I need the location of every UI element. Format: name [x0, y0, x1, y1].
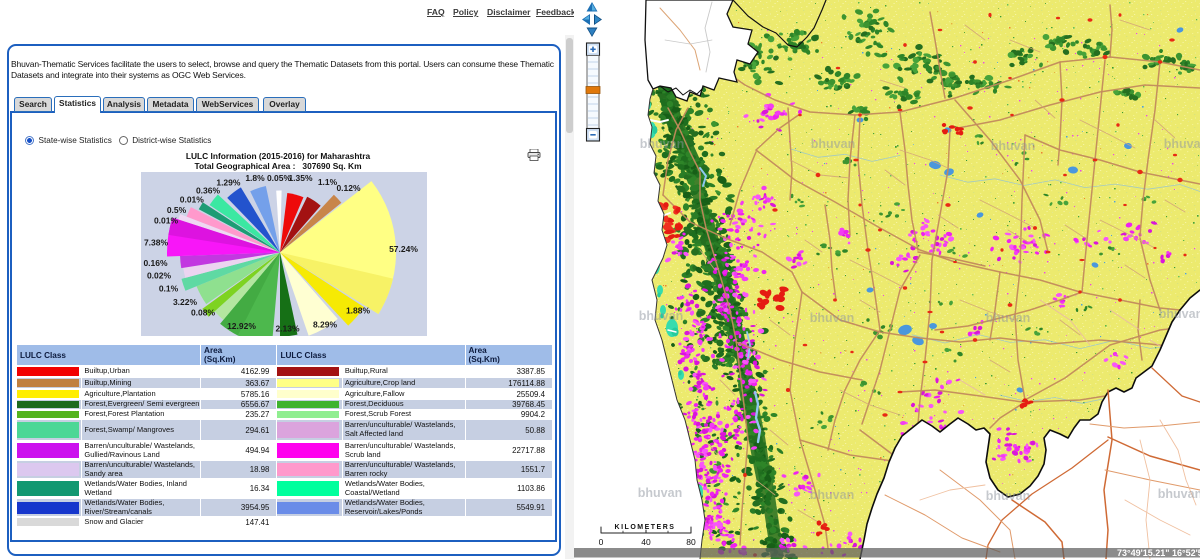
svg-text:73°49'15.21" 16°52'53.97": 73°49'15.21" 16°52'53.97"	[1117, 548, 1200, 558]
svg-text:7.38%: 7.38%	[144, 238, 169, 248]
svg-text:bhuvan: bhuvan	[810, 311, 854, 325]
svg-text:0.12%: 0.12%	[336, 183, 361, 193]
svg-text:bhuvan: bhuvan	[1158, 487, 1200, 501]
svg-text:0.01%: 0.01%	[180, 195, 205, 205]
svg-text:0.16%: 0.16%	[143, 258, 168, 268]
svg-text:0.02%: 0.02%	[147, 271, 172, 281]
svg-text:0.5%: 0.5%	[167, 205, 187, 215]
svg-text:0.01%: 0.01%	[154, 216, 179, 226]
svg-text:bhuvan: bhuvan	[991, 139, 1035, 153]
svg-text:KILOMETERS: KILOMETERS	[615, 524, 676, 531]
svg-text:8.29%: 8.29%	[313, 320, 338, 330]
svg-text:0: 0	[599, 537, 604, 547]
svg-text:bhuvan: bhuvan	[811, 137, 855, 151]
svg-text:40: 40	[641, 537, 651, 547]
svg-text:1.88%: 1.88%	[346, 306, 371, 316]
svg-text:3.22%: 3.22%	[173, 297, 198, 307]
svg-text:12.92%: 12.92%	[227, 321, 256, 331]
svg-text:bhuvan: bhuvan	[1159, 307, 1200, 321]
svg-text:0.08%: 0.08%	[191, 308, 216, 318]
svg-text:bhuvan: bhuvan	[640, 137, 684, 151]
svg-text:bhuvan: bhuvan	[1164, 137, 1200, 151]
svg-text:0.1%: 0.1%	[159, 284, 179, 294]
svg-text:1.35%: 1.35%	[288, 173, 313, 183]
svg-text:bhuvan: bhuvan	[810, 488, 854, 502]
svg-text:bhuvan: bhuvan	[986, 489, 1030, 503]
svg-text:bhuvan: bhuvan	[639, 309, 683, 323]
svg-text:1.8%: 1.8%	[245, 173, 265, 183]
svg-text:57.24%: 57.24%	[389, 244, 418, 254]
svg-text:1.1%: 1.1%	[318, 177, 338, 187]
svg-text:bhuvan: bhuvan	[986, 311, 1030, 325]
svg-text:bhuvan: bhuvan	[638, 486, 682, 500]
svg-text:2.13%: 2.13%	[275, 324, 300, 334]
svg-text:1.29%: 1.29%	[216, 178, 241, 188]
svg-text:80: 80	[686, 537, 696, 547]
